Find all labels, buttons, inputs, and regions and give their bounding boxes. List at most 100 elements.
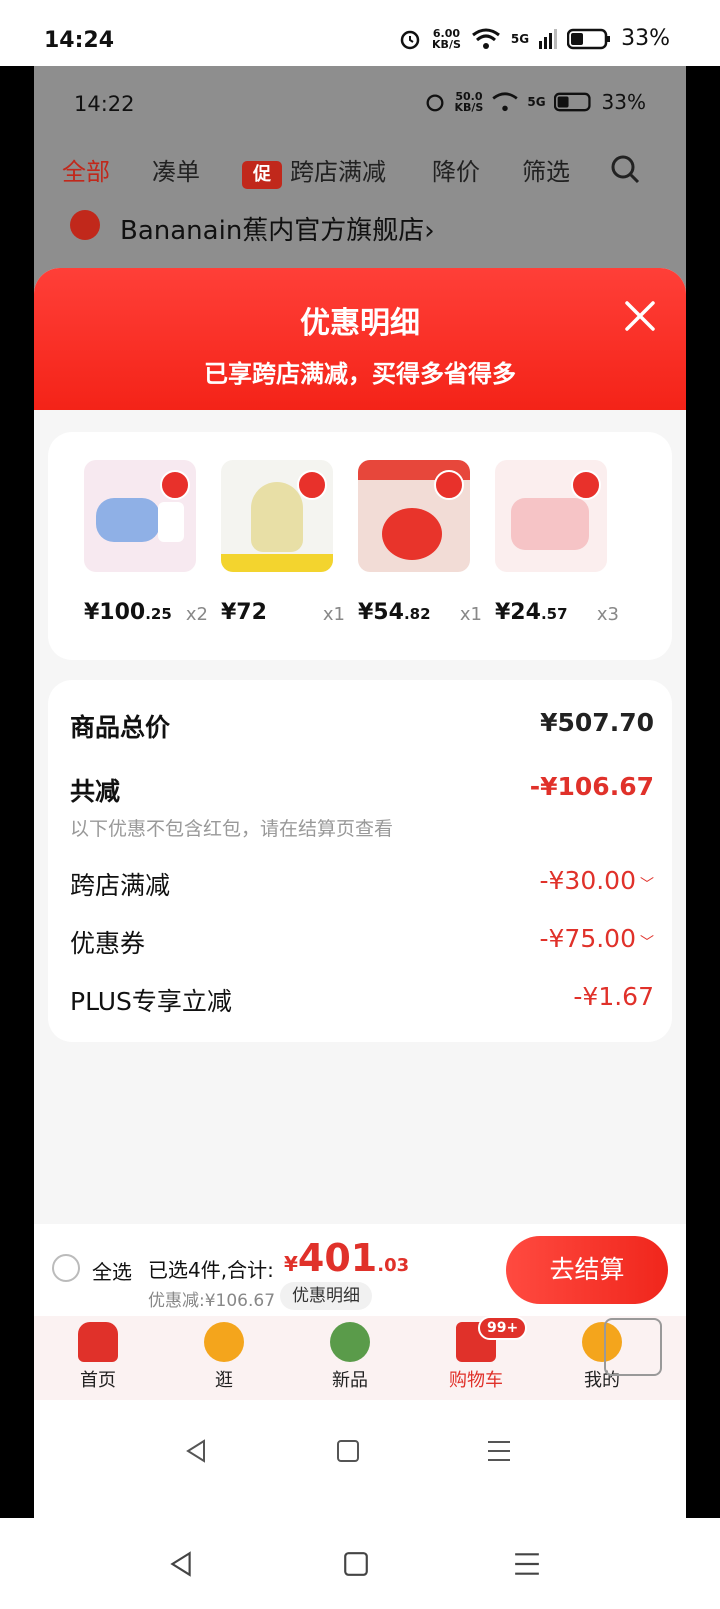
inner-network-speed: 50.0 KB/S <box>454 90 484 114</box>
tab-cart-label: 购物车 <box>449 1370 503 1391</box>
checkout-bar: 全选 已选4件,合计: ¥401.03 优惠减:¥106.67 优惠明细 去结算 <box>34 1224 686 1316</box>
store-name[interactable]: Bananain蕉内官方旗舰店› <box>120 210 435 247</box>
menu-icon[interactable] <box>513 1550 541 1578</box>
sheet-subtitle: 已享跨店满减，买得多省得多 <box>204 360 516 388</box>
hot-water-bottle-yellow-icon <box>221 460 333 572</box>
home-nav-icon[interactable] <box>336 1438 360 1464</box>
product-price: ¥54.82 <box>358 600 431 625</box>
plus-discount-value: -¥1.67 <box>573 982 654 1011</box>
tab-stroll[interactable]: 逛 <box>174 1322 274 1392</box>
network-speed: 6.00 KB/S <box>432 26 461 51</box>
selected-check-icon <box>434 470 464 500</box>
select-all-label[interactable]: 全选 <box>92 1256 132 1285</box>
inner-battery-percent: 33% <box>601 90 646 114</box>
plus-discount-label: PLUS专享立减 <box>70 987 232 1016</box>
floating-assist-button[interactable] <box>604 1318 662 1376</box>
right-border <box>686 66 720 1518</box>
inner-status-icons: 50.0 KB/S 5G 33% <box>424 90 646 114</box>
product-qty: x3 <box>596 604 619 625</box>
selected-check-icon <box>297 470 327 500</box>
checkout-button[interactable]: 去结算 <box>506 1236 668 1304</box>
signal-icon <box>539 28 558 49</box>
tab-cart[interactable]: 99+ 购物车 <box>426 1316 528 1392</box>
tab-cross-store[interactable]: 促跨店满减 <box>242 152 386 189</box>
tab-stroll-label: 逛 <box>215 1370 233 1391</box>
chevron-down-icon: ﹀ <box>640 935 654 951</box>
system-navigation-bar <box>0 1518 720 1609</box>
sheet-header: 优惠明细 已享跨店满减，买得多省得多 <box>34 268 686 410</box>
hot-water-bottle-blue-icon <box>84 460 196 572</box>
app-tab-bar: 首页 逛 新品 99+ 购物车 我的 <box>34 1316 686 1400</box>
store-checkbox[interactable] <box>70 210 100 240</box>
back-icon[interactable] <box>184 1438 208 1464</box>
total-reduction-label: 共减 <box>70 777 121 806</box>
cart-filter-bar: 全部 凑单 促跨店满减 降价 筛选 <box>34 138 686 198</box>
product-price: ¥72 <box>221 600 267 625</box>
total-price-value: ¥507.70 <box>540 708 654 737</box>
new-products-icon <box>330 1322 370 1362</box>
cart-badge: 99+ <box>478 1316 528 1340</box>
tab-price-drop[interactable]: 降价 <box>432 152 480 187</box>
home-icon <box>78 1322 118 1362</box>
product-item[interactable]: ¥72 x1 <box>221 460 345 625</box>
product-item[interactable]: ¥54.82 x1 <box>358 460 482 625</box>
cross-store-value[interactable]: -¥30.00 ﹀ <box>540 866 655 895</box>
tab-cross-store-label: 跨店满减 <box>290 158 386 186</box>
tab-new-products[interactable]: 新品 <box>300 1322 400 1392</box>
tab-all[interactable]: 全部 <box>62 152 110 187</box>
status-icons: 6.00 KB/S 5G 33% <box>398 26 670 51</box>
total-amount: ¥401.03 <box>284 1236 410 1280</box>
screen-recording-frame: 14:22 50.0 KB/S 5G 33% 全部 凑单 促跨店满减 降价 筛选 … <box>34 66 686 1518</box>
reduction-note: 以下优惠不包含红包，请在结算页查看 <box>70 818 394 840</box>
tab-filter[interactable]: 筛选 <box>522 152 570 187</box>
tab-home[interactable]: 首页 <box>48 1322 148 1392</box>
product-qty: x2 <box>185 604 208 625</box>
product-qty: x1 <box>322 604 345 625</box>
status-time: 14:24 <box>44 28 115 53</box>
product-item[interactable]: ¥100.25 x2 <box>84 460 208 625</box>
wifi-icon <box>471 28 500 49</box>
battery-percent: 33% <box>621 26 670 51</box>
sheet-title: 优惠明细 <box>300 306 420 341</box>
cellular-5g: 5G <box>510 31 530 46</box>
selected-check-icon <box>160 470 190 500</box>
stroll-icon <box>204 1322 244 1362</box>
product-price: ¥100.25 <box>84 600 172 625</box>
hot-water-bottle-pink-icon <box>495 460 607 572</box>
inner-status-time: 14:22 <box>74 92 135 116</box>
chevron-down-icon: ﹀ <box>640 877 654 893</box>
inner-cellular: 5G <box>527 95 546 109</box>
product-price: ¥24.57 <box>495 600 568 625</box>
alarm-icon <box>427 94 444 112</box>
menu-icon[interactable] <box>486 1438 512 1464</box>
discount-detail-button[interactable]: 优惠明细 <box>280 1282 372 1310</box>
battery-icon <box>567 28 611 49</box>
total-price-label: 商品总价 <box>70 713 171 742</box>
coupon-value[interactable]: -¥75.00 ﹀ <box>540 924 655 953</box>
select-all-checkbox[interactable] <box>52 1254 80 1282</box>
tab-home-label: 首页 <box>80 1370 116 1391</box>
selected-check-icon <box>571 470 601 500</box>
left-border <box>0 66 34 1518</box>
saved-amount: 优惠减:¥106.67 <box>148 1291 276 1311</box>
inner-status-bar: 14:22 50.0 KB/S 5G 33% <box>34 66 686 136</box>
price-summary-card: 商品总价 ¥507.70 共减 -¥106.67 以下优惠不包含红包，请在结算页… <box>48 680 672 1042</box>
tab-new-products-label: 新品 <box>332 1370 368 1391</box>
products-card: ¥100.25 x2 ¥72 x1 ¥54.82 x1 ¥24.57 x3 <box>48 432 672 660</box>
selected-total-label: 已选4件,合计: <box>148 1258 274 1282</box>
back-icon[interactable] <box>168 1550 194 1578</box>
discount-detail-sheet: 优惠明细 已享跨店满减，买得多省得多 ¥100.25 x2 ¥72 x1 ¥54… <box>34 268 686 1228</box>
store-row[interactable]: Bananain蕉内官方旗舰店› <box>34 200 686 258</box>
system-status-bar: 14:24 6.00 KB/S 5G 33% <box>0 0 720 66</box>
promo-badge: 促 <box>242 161 282 189</box>
product-item[interactable]: ¥24.57 x3 <box>495 460 619 625</box>
battery-icon <box>553 92 591 112</box>
product-qty: x1 <box>459 604 482 625</box>
total-reduction-value: -¥106.67 <box>529 772 654 801</box>
tab-combine-order[interactable]: 凑单 <box>152 152 200 187</box>
coupon-label: 优惠券 <box>70 929 146 958</box>
inner-navigation-bar <box>34 1400 686 1518</box>
close-icon[interactable] <box>622 298 658 334</box>
home-nav-icon[interactable] <box>343 1550 369 1578</box>
search-icon[interactable] <box>610 154 640 184</box>
